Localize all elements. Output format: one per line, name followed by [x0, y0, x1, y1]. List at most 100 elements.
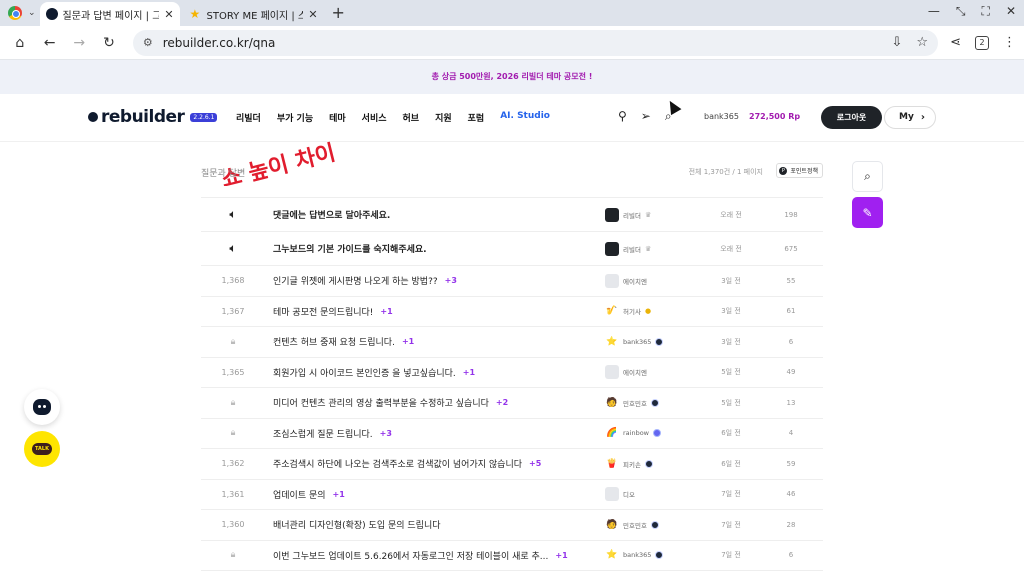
table-row[interactable]: 🔒︎ 이번 그누보드 업데이트 5.6.26에서 자동로그인 저장 테이블이 새로…: [201, 541, 823, 571]
post-author[interactable]: 에이치엔: [605, 358, 647, 388]
post-list: 🔈︎ 댓글에는 답변으로 달아주세요. 리빌더 ♛ 오래 전 198 🔈︎ 그누보드의 기본 …: [201, 197, 823, 571]
level-badge-icon: [650, 398, 659, 407]
table-row[interactable]: 1,361 업데이트 문의 +1 디오 7일 전 46: [201, 480, 823, 510]
address-bar[interactable]: ⚙ rebuilder.co.kr/qna ⇩ ☆: [132, 29, 939, 56]
post-author[interactable]: 🌈 rainbow: [605, 419, 661, 449]
post-title[interactable]: 테마 공모전 문의드립니다! +1: [273, 297, 593, 327]
browser-tab-storyme[interactable]: ★ STORY ME 페이지 | 스토리 ✕: [184, 2, 324, 26]
author-name: 피키손: [623, 460, 641, 469]
install-app-icon[interactable]: ⇩: [892, 35, 903, 50]
notice-row[interactable]: 🔈︎ 댓글에는 답변으로 달아주세요. 리빌더 ♛ 오래 전 198: [201, 198, 823, 232]
table-row[interactable]: 1,367 테마 공모전 문의드립니다! +1 🎷 허기사 ● 3일 전 61: [201, 297, 823, 327]
post-title[interactable]: 회원가입 시 아이코드 본인인증 을 넣고싶습니다. +1: [273, 358, 593, 388]
menu-kebab-icon[interactable]: ⋮: [1003, 35, 1016, 50]
tab-count-icon[interactable]: 2: [974, 35, 989, 50]
post-title[interactable]: 댓글에는 답변으로 달아주세요.: [273, 198, 593, 231]
post-author[interactable]: 리빌더 ♛: [605, 198, 651, 231]
author-name: 리빌더: [623, 245, 641, 254]
tab-search-chevron-icon[interactable]: ⌄: [28, 8, 36, 18]
nav-item[interactable]: 포럼: [468, 111, 485, 124]
close-tab-icon[interactable]: ✕: [308, 8, 317, 21]
my-label: My: [899, 112, 914, 122]
post-views: 6: [788, 551, 794, 560]
post-title[interactable]: 그누보드의 기본 가이드를 숙지해주세요.: [273, 232, 593, 265]
avatar: 🧑: [606, 397, 618, 408]
new-tab-button[interactable]: +: [332, 2, 345, 26]
post-title-text: 인기글 위젯에 게시판명 나오게 하는 방법??: [273, 277, 438, 288]
notice-row[interactable]: 🔈︎ 그누보드의 기본 가이드를 숙지해주세요. 리빌더 ♛ 오래 전 675: [201, 232, 823, 266]
post-title[interactable]: 배너관리 디자인형(확장) 도입 문의 드립니다: [273, 510, 593, 540]
table-row[interactable]: 1,360 배너관리 디자인형(확장) 도입 문의 드립니다 🧑 민호민호 7일 전 28: [201, 510, 823, 541]
logout-button[interactable]: 로그아웃: [821, 106, 882, 129]
post-title[interactable]: 미디어 컨텐츠 관리의 영상 출력부분을 수정하고 싶습니다 +2: [273, 388, 593, 418]
post-author[interactable]: 🎷 허기사 ●: [605, 297, 651, 327]
post-title[interactable]: 인기글 위젯에 게시판명 나오게 하는 방법?? +3: [273, 266, 593, 296]
chatbot-button[interactable]: [24, 389, 60, 425]
avatar: ⭐: [606, 336, 618, 347]
home-icon[interactable]: ⌂: [8, 35, 32, 51]
close-window-icon[interactable]: ✕: [1006, 4, 1016, 19]
author-name: bank365: [623, 551, 652, 560]
fullscreen-icon[interactable]: ⛶: [982, 4, 990, 19]
point-policy-label: 포인트정책: [790, 168, 818, 175]
nav-item[interactable]: 서비스: [362, 111, 387, 124]
table-row[interactable]: 🔒︎ 조심스럽게 질문 드립니다. +3 🌈 rainbow 6일 전 4: [201, 419, 823, 449]
send-icon[interactable]: ➢: [641, 109, 651, 124]
nav-item[interactable]: 허브: [403, 111, 420, 124]
nav-item[interactable]: 리빌더: [236, 111, 261, 124]
nav-item[interactable]: 테마: [329, 111, 346, 124]
table-row[interactable]: 1,362 주소검색시 하단에 나오는 검색주소로 검색값이 넘어가지 않습니다 +…: [201, 449, 823, 480]
site-logo[interactable]: rebuilder 2.2.6.1: [88, 107, 218, 127]
reload-icon[interactable]: ↻: [97, 35, 121, 51]
close-tab-icon[interactable]: ✕: [164, 8, 173, 21]
crown-badge-icon: ♛: [644, 244, 652, 253]
post-title[interactable]: 업데이트 문의 +1: [273, 480, 593, 510]
logo-mark-icon: [88, 112, 98, 122]
post-title-text: 주소검색시 하단에 나오는 검색주소로 검색값이 넘어가지 않습니다: [273, 460, 523, 471]
browser-tab-qna[interactable]: 질문과 답변 페이지 | 그누보드 ✕: [39, 2, 180, 26]
post-title-text: 업데이트 문의: [273, 490, 326, 501]
post-author[interactable]: ⭐ bank365: [605, 327, 664, 357]
table-row[interactable]: 🔒︎ 미디어 컨텐츠 관리의 영상 출력부분을 수정하고 싶습니다 +2 🧑 민호민호 5…: [201, 388, 823, 419]
post-author[interactable]: 에이치엔: [605, 266, 647, 296]
restore-icon[interactable]: ⤡: [956, 4, 966, 19]
table-row[interactable]: 🔒︎ 컨텐츠 허브 중재 요청 드립니다. +1 ⭐ bank365 3일 전 6: [201, 327, 823, 358]
table-row[interactable]: 1,368 인기글 위젯에 게시판명 나오게 하는 방법?? +3 에이치엔 3일 전 5…: [201, 266, 823, 297]
post-author[interactable]: ⭐ bank365: [605, 541, 664, 571]
bookmark-star-icon[interactable]: ☆: [916, 35, 928, 50]
pin-icon[interactable]: ⚲: [618, 109, 627, 124]
forward-icon[interactable]: →: [67, 35, 91, 51]
post-title[interactable]: 이번 그누보드 업데이트 5.6.26에서 자동로그인 저장 테이블이 새로 추…: [273, 541, 593, 571]
point-p-icon: P: [779, 166, 788, 175]
post-author[interactable]: 리빌더 ♛: [605, 232, 651, 265]
post-views: 4: [788, 429, 794, 438]
table-row[interactable]: 1,365 회원가입 시 아이코드 본인인증 을 넣고싶습니다. +1 에이치엔 5일 …: [201, 358, 823, 388]
post-author[interactable]: 디오: [605, 480, 635, 510]
share-icon[interactable]: ⋖: [950, 35, 961, 50]
user-points[interactable]: 272,500 Rp: [749, 112, 800, 121]
promo-banner[interactable]: 총 상금 500만원, 2026 리빌더 테마 공모전 !: [0, 60, 1024, 94]
avatar: [605, 241, 619, 256]
nav-item[interactable]: 지원: [435, 111, 452, 124]
post-author[interactable]: 🧑 민호민호: [605, 510, 659, 540]
post-author[interactable]: 🍟 피키손: [605, 449, 653, 479]
my-menu-button[interactable]: My ›: [884, 106, 936, 129]
post-title[interactable]: 조심스럽게 질문 드립니다. +3: [273, 419, 593, 449]
post-title[interactable]: 컨텐츠 허브 중재 요청 드립니다. +1: [273, 327, 593, 357]
minimize-icon[interactable]: —: [928, 4, 940, 19]
write-post-button[interactable]: ✎: [852, 197, 883, 228]
side-search-button[interactable]: ⌕: [852, 161, 883, 192]
site-settings-icon[interactable]: ⚙: [143, 36, 153, 49]
comment-count: +3: [379, 428, 392, 438]
back-icon[interactable]: ←: [38, 35, 62, 51]
point-policy-button[interactable]: P 포인트정책: [776, 163, 823, 178]
level-badge-icon: [650, 520, 659, 529]
user-name[interactable]: bank365: [704, 112, 739, 121]
lock-icon: 🔒︎: [230, 336, 236, 347]
nav-item-ai-studio[interactable]: AI. Studio: [500, 111, 550, 124]
post-number: 1,361: [221, 489, 245, 499]
nav-item[interactable]: 부가 기능: [277, 111, 313, 124]
post-title[interactable]: 주소검색시 하단에 나오는 검색주소로 검색값이 넘어가지 않습니다 +5: [273, 449, 593, 479]
post-author[interactable]: 🧑 민호민호: [605, 388, 659, 418]
kakao-talk-button[interactable]: TALK: [24, 431, 60, 467]
